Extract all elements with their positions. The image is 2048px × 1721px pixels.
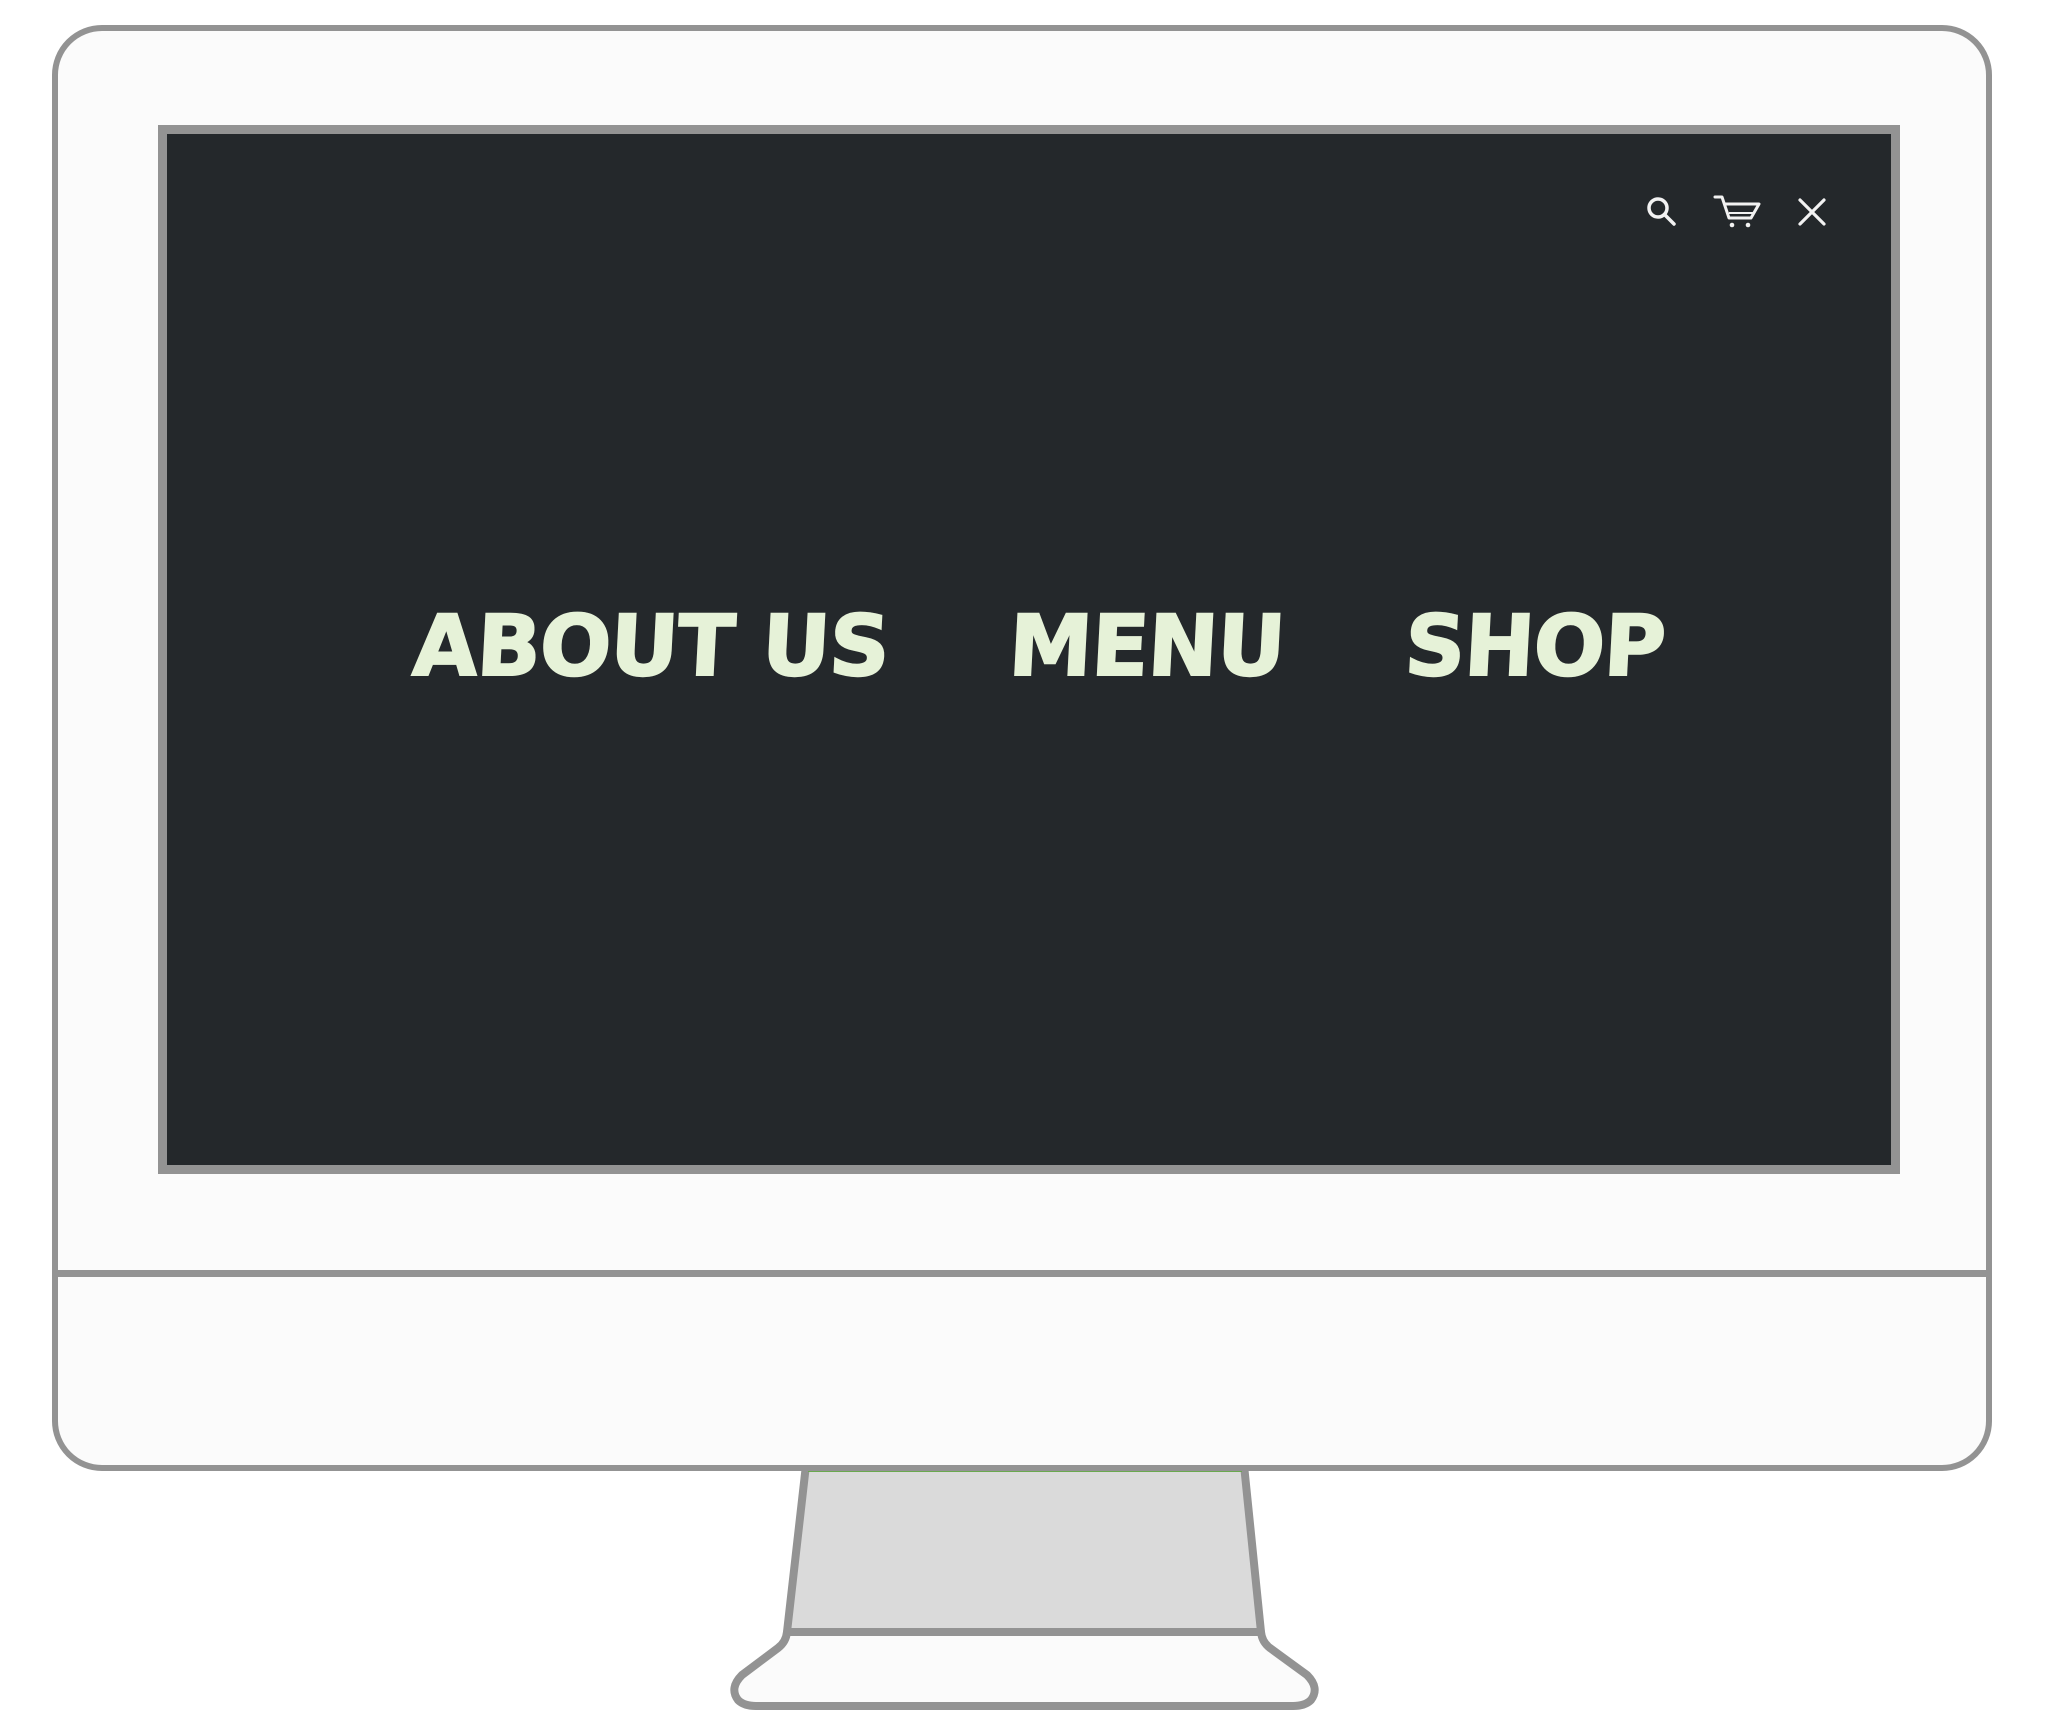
search-button[interactable] — [1645, 195, 1679, 229]
stand-neck — [783, 1461, 1265, 1636]
menu-item-shop[interactable]: SHOP — [1401, 596, 1668, 696]
monitor-frame: ABOUT US MENU SHOP — [52, 25, 1992, 1471]
search-icon — [1647, 197, 1676, 226]
cart-button[interactable] — [1713, 194, 1763, 230]
main-menu: ABOUT US MENU SHOP — [167, 596, 1891, 696]
cart-icon — [1713, 195, 1761, 228]
menu-item-menu[interactable]: MENU — [1006, 596, 1289, 696]
desktop-monitor-illustration: ABOUT US MENU SHOP — [0, 0, 2048, 1721]
monitor-chin-divider — [58, 1270, 1986, 1277]
monitor-screen: ABOUT US MENU SHOP — [158, 125, 1900, 1174]
stand-base — [730, 1628, 1319, 1710]
close-button[interactable] — [1797, 197, 1827, 227]
header-toolbar — [1645, 194, 1827, 230]
close-icon — [1798, 198, 1826, 226]
menu-item-about-us[interactable]: ABOUT US — [410, 596, 893, 696]
